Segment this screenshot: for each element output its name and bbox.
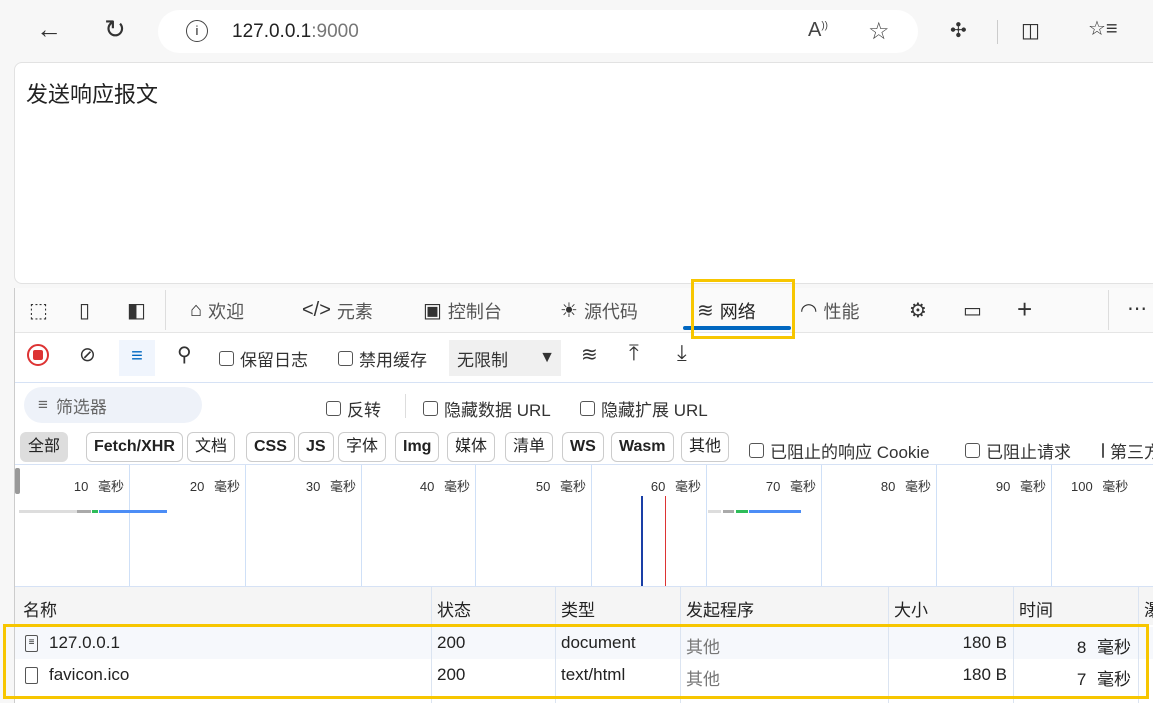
more-icon[interactable]: ⋯ — [1127, 296, 1147, 321]
column-waterfall[interactable]: 瀑布 — [1144, 596, 1153, 621]
filter-icon: ≡ — [38, 395, 48, 414]
third-party-checkbox[interactable]: 第三方请求 — [1102, 438, 1153, 463]
memory-icon[interactable]: ⚙ — [909, 298, 927, 323]
column-status[interactable]: 状态 — [437, 596, 471, 621]
timeline-gridline — [591, 465, 592, 586]
type-css[interactable]: CSS — [246, 432, 295, 462]
record-button[interactable] — [27, 344, 49, 366]
bug-icon: ☀ — [560, 300, 578, 322]
dropdown-arrow-icon: ▼ — [539, 349, 555, 366]
dom-content-loaded-marker — [641, 496, 643, 586]
timeline-tick-label: 80 毫秒 — [880, 479, 931, 494]
blocked-cookies-checkbox[interactable]: 已阻止的响应 Cookie — [749, 438, 930, 463]
type-media[interactable]: 媒体 — [447, 432, 496, 462]
filter-input[interactable]: ≡ 筛选器 — [24, 387, 202, 423]
timeline-tick-label: 20 毫秒 — [189, 479, 240, 494]
timeline-tick-label: 30 毫秒 — [305, 479, 356, 494]
timeline-gridline — [706, 465, 707, 586]
import-har-icon[interactable]: ⤒ — [629, 340, 639, 366]
search-icon[interactable]: ⚲ — [177, 342, 192, 367]
timeline-gridline — [361, 465, 362, 586]
hide-extension-url-checkbox[interactable]: 隐藏扩展 URL — [580, 396, 708, 421]
code-icon: </> — [302, 299, 331, 321]
column-size[interactable]: 大小 — [894, 596, 928, 621]
timeline-gridline — [1051, 465, 1052, 586]
tab-performance[interactable]: ◠ 性能 — [800, 288, 859, 333]
column-initiator[interactable]: 发起程序 — [686, 596, 754, 621]
type-ws[interactable]: WS — [562, 432, 604, 462]
load-marker — [665, 496, 666, 586]
extensions-icon[interactable]: ✣ — [950, 18, 967, 43]
type-all[interactable]: 全部 — [20, 432, 69, 462]
timeline-gridline — [821, 465, 822, 586]
network-conditions-icon[interactable]: ≋ — [581, 342, 598, 367]
tab-elements[interactable]: </> 元素 — [302, 288, 373, 333]
page-heading: 发送响应报文 — [26, 82, 159, 107]
application-icon[interactable]: ▭ — [963, 298, 982, 323]
timeline-tick-label: 50 毫秒 — [535, 479, 586, 494]
column-type[interactable]: 类型 — [561, 596, 595, 621]
preserve-log-checkbox[interactable]: 保留日志 — [219, 346, 308, 371]
info-icon[interactable]: i — [186, 20, 208, 42]
clear-icon[interactable]: ⊘ — [79, 342, 96, 367]
type-js[interactable]: JS — [298, 432, 334, 462]
timeline-gridline — [475, 465, 476, 586]
timeline-gridline — [129, 465, 130, 586]
address-bar[interactable]: i 127.0.0.1:9000 A)) ☆ — [158, 10, 918, 53]
type-font[interactable]: 字体 — [338, 432, 387, 462]
type-manifest[interactable]: 清单 — [505, 432, 554, 462]
page-content: 发送响应报文 — [14, 62, 1153, 284]
hide-data-url-checkbox[interactable]: 隐藏数据 URL — [423, 396, 551, 421]
timeline-gridline — [936, 465, 937, 586]
timeline-tick-label: 70 毫秒 — [765, 479, 816, 494]
disable-cache-checkbox[interactable]: 禁用缓存 — [338, 346, 427, 371]
gauge-icon: ◠ — [800, 300, 818, 322]
home-icon: ⌂ — [190, 299, 203, 321]
device-emulation-icon[interactable]: ▯ — [79, 298, 90, 323]
highlight-network-tab — [691, 279, 795, 339]
refresh-icon[interactable]: ↻ — [104, 14, 126, 45]
dock-icon[interactable]: ◧ — [127, 298, 146, 323]
highlight-request-rows — [3, 624, 1149, 699]
column-name[interactable]: 名称 — [23, 596, 57, 621]
tab-sources[interactable]: ☀ 源代码 — [560, 288, 638, 333]
timeline-tick-label: 60 毫秒 — [650, 479, 701, 494]
timeline-tick-label: 90 毫秒 — [995, 479, 1046, 494]
timeline-handle[interactable] — [15, 468, 20, 494]
invert-checkbox[interactable]: 反转 — [326, 396, 381, 421]
inspect-icon[interactable]: ⬚ — [29, 298, 48, 323]
filter-toggle-icon[interactable]: ≡ — [119, 340, 155, 376]
timeline-tick-label: 40 毫秒 — [419, 479, 470, 494]
type-wasm[interactable]: Wasm — [611, 432, 674, 462]
type-fetch-xhr[interactable]: Fetch/XHR — [86, 432, 183, 462]
export-har-icon[interactable]: ⤓ — [677, 340, 687, 366]
timeline-gridline — [245, 465, 246, 586]
throttle-select[interactable]: 无限制 ▼ — [449, 340, 561, 376]
tab-console[interactable]: ▣ 控制台 — [423, 288, 502, 333]
favorite-icon[interactable]: ☆ — [868, 17, 890, 46]
url-text[interactable]: 127.0.0.1:9000 — [232, 21, 359, 43]
console-icon: ▣ — [423, 300, 442, 322]
read-aloud-icon[interactable]: A)) — [808, 19, 828, 42]
timeline-tick-label: 10 毫秒 — [73, 479, 124, 494]
blocked-requests-checkbox[interactable]: 已阻止请求 — [965, 438, 1071, 463]
type-img[interactable]: Img — [395, 432, 440, 462]
add-tab-icon[interactable]: + — [1017, 294, 1032, 325]
tab-welcome[interactable]: ⌂ 欢迎 — [190, 288, 244, 333]
back-icon[interactable]: ← — [36, 14, 62, 45]
split-screen-icon[interactable]: ◫ — [1021, 18, 1040, 43]
type-other[interactable]: 其他 — [681, 432, 730, 462]
divider — [997, 20, 998, 44]
type-doc[interactable]: 文档 — [187, 432, 236, 462]
timeline-tick-label: 100 毫秒 — [1071, 479, 1129, 494]
column-time[interactable]: 时间 — [1019, 596, 1053, 621]
favorites-icon[interactable]: ☆≡ — [1088, 16, 1118, 41]
